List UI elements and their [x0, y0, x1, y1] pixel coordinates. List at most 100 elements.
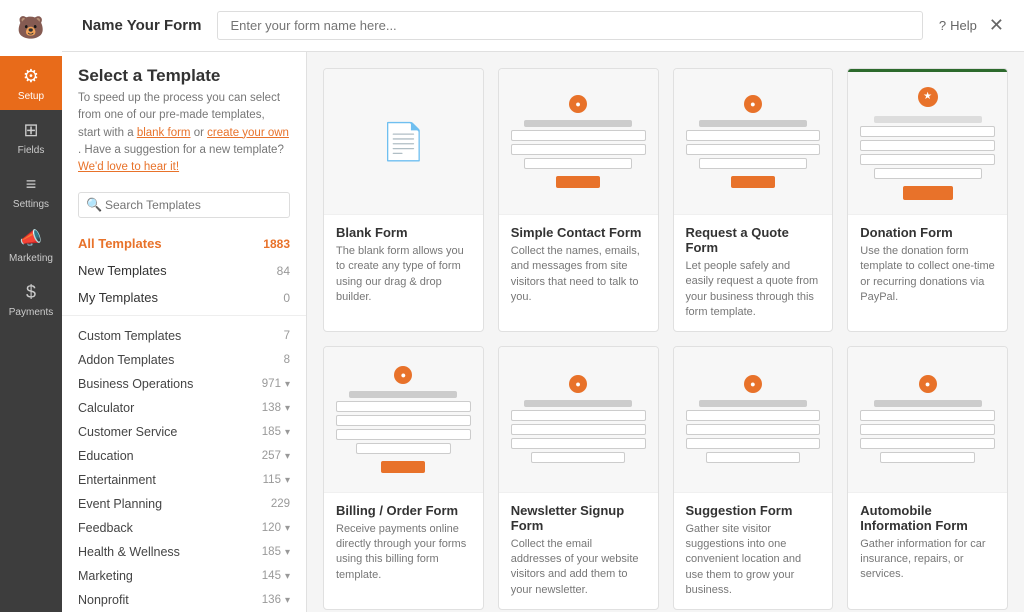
right-content: 📄 Blank Form The blank form allows you t…	[307, 52, 1024, 612]
template-card[interactable]: ● Request a Quote Form Let people safely…	[673, 68, 834, 332]
template-desc: Receive payments online directly through…	[336, 522, 471, 584]
template-info: Donation Form Use the donation form temp…	[848, 214, 1007, 316]
sidebar-item-payments[interactable]: $ Payments	[0, 272, 62, 326]
template-icon: ●	[569, 375, 587, 393]
search-wrapper: 🔍	[78, 192, 290, 218]
template-thumb: ●	[848, 347, 1007, 492]
main-content: Name Your Form ? Help ✕ Select a Templat…	[62, 0, 1024, 612]
template-desc: Gather site visitor suggestions into one…	[686, 522, 821, 599]
template-card[interactable]: ● Automobile Information Form Gather inf…	[847, 346, 1008, 610]
category-item[interactable]: Feedback 120 ▾	[62, 516, 306, 540]
nav-all-templates[interactable]: All Templates 1883	[62, 230, 306, 257]
chevron-down-icon: ▾	[285, 523, 290, 534]
template-desc: Collect the names, emails, and messages …	[511, 244, 646, 306]
category-label: Nonprofit	[78, 593, 129, 607]
template-desc: The blank form allows you to create any …	[336, 244, 471, 306]
nav-new-templates[interactable]: New Templates 84	[62, 257, 306, 284]
template-thumb: ●	[674, 347, 833, 492]
search-box: 🔍	[62, 184, 306, 226]
thumb-button	[731, 176, 775, 188]
app-logo: 🐻	[0, 0, 62, 56]
template-thumb: ●	[674, 69, 833, 214]
thumb-button	[903, 186, 953, 200]
template-info: Simple Contact Form Collect the names, e…	[499, 214, 658, 316]
create-own-link[interactable]: create your own	[207, 127, 289, 139]
body-area: Select a Template To speed up the proces…	[62, 52, 1024, 612]
category-count: 8	[284, 354, 290, 366]
template-card[interactable]: ● Simple Contact Form Collect the names,…	[498, 68, 659, 332]
template-card[interactable]: ● Billing / Order Form Receive payments …	[323, 346, 484, 610]
category-label: Calculator	[78, 401, 134, 415]
template-thumb: ★	[848, 69, 1007, 214]
category-count: 138	[262, 402, 281, 414]
help-link[interactable]: ? Help	[939, 18, 977, 33]
settings-icon: ≡	[26, 174, 37, 195]
nav-my-templates[interactable]: My Templates 0	[62, 284, 306, 311]
thumb-button	[381, 461, 425, 473]
template-info: Newsletter Signup Form Collect the email…	[499, 492, 658, 609]
category-count: 145	[262, 570, 281, 582]
sidebar-item-label: Setup	[18, 91, 44, 102]
category-item[interactable]: Education 257 ▾	[62, 444, 306, 468]
sidebar-item-label: Settings	[13, 199, 49, 210]
category-count: 185	[262, 426, 281, 438]
category-label: Event Planning	[78, 497, 162, 511]
sidebar-item-setup[interactable]: ⚙ Setup	[0, 56, 62, 110]
nav-label: New Templates	[78, 263, 167, 278]
category-item[interactable]: Nonprofit 136 ▾	[62, 588, 306, 612]
form-name-label: Name Your Form	[82, 17, 201, 34]
desc-post: . Have a suggestion for a new template?	[78, 144, 284, 156]
template-icon: ★	[918, 87, 938, 107]
template-thumb: 📄	[324, 69, 483, 214]
template-card[interactable]: ● Suggestion Form Gather site visitor su…	[673, 346, 834, 610]
category-item[interactable]: Entertainment 115 ▾	[62, 468, 306, 492]
category-item[interactable]: Business Operations 971 ▾	[62, 372, 306, 396]
sidebar: 🐻 ⚙ Setup ⊞ Fields ≡ Settings 📣 Marketin…	[0, 0, 62, 612]
close-button[interactable]: ✕	[989, 15, 1004, 36]
template-info: Billing / Order Form Receive payments on…	[324, 492, 483, 594]
template-card[interactable]: 📄 Blank Form The blank form allows you t…	[323, 68, 484, 332]
blank-form-link[interactable]: blank form	[137, 127, 191, 139]
category-count: 120	[262, 522, 281, 534]
template-icon: ●	[919, 375, 937, 393]
template-card[interactable]: ★ Donation Form Use the donation form te…	[847, 68, 1008, 332]
nav-count: 84	[277, 264, 290, 278]
nav-label: My Templates	[78, 290, 158, 305]
top-bar: Name Your Form ? Help ✕	[62, 0, 1024, 52]
template-card[interactable]: ● Newsletter Signup Form Collect the ema…	[498, 346, 659, 610]
help-circle-icon: ?	[939, 18, 946, 33]
sidebar-item-settings[interactable]: ≡ Settings	[0, 164, 62, 218]
category-item[interactable]: Health & Wellness 185 ▾	[62, 540, 306, 564]
category-label: Entertainment	[78, 473, 156, 487]
category-item[interactable]: Event Planning 229	[62, 492, 306, 516]
template-icon: ●	[744, 375, 762, 393]
template-name: Automobile Information Form	[860, 503, 995, 533]
category-item[interactable]: Custom Templates 7	[62, 324, 306, 348]
sidebar-item-fields[interactable]: ⊞ Fields	[0, 110, 62, 164]
template-info: Request a Quote Form Let people safely a…	[674, 214, 833, 331]
template-name: Request a Quote Form	[686, 225, 821, 255]
search-input[interactable]	[78, 192, 290, 218]
category-count: 257	[262, 450, 281, 462]
category-count: 185	[262, 546, 281, 558]
category-item[interactable]: Customer Service 185 ▾	[62, 420, 306, 444]
template-name: Newsletter Signup Form	[511, 503, 646, 533]
category-count: 229	[271, 498, 290, 510]
search-icon: 🔍	[86, 197, 102, 213]
template-name: Billing / Order Form	[336, 503, 471, 518]
category-label: Health & Wellness	[78, 545, 180, 559]
template-icon: ●	[744, 95, 762, 113]
category-label: Addon Templates	[78, 353, 174, 367]
chevron-down-icon: ▾	[285, 571, 290, 582]
help-text: Help	[950, 18, 977, 33]
category-count: 136	[262, 594, 281, 606]
sidebar-item-marketing[interactable]: 📣 Marketing	[0, 218, 62, 272]
template-thumb: ●	[499, 347, 658, 492]
category-item[interactable]: Addon Templates 8	[62, 348, 306, 372]
suggestion-link[interactable]: We'd love to hear it!	[78, 161, 179, 173]
category-item[interactable]: Marketing 145 ▾	[62, 564, 306, 588]
chevron-down-icon: ▾	[285, 379, 290, 390]
category-item[interactable]: Calculator 138 ▾	[62, 396, 306, 420]
form-name-input[interactable]	[217, 11, 922, 40]
category-label: Custom Templates	[78, 329, 181, 343]
